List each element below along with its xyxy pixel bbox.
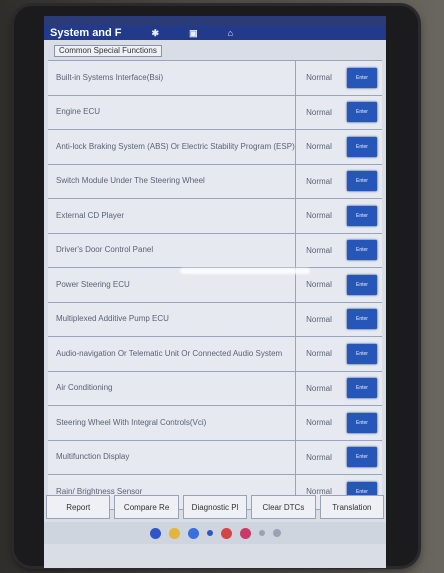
system-name: Air Conditioning	[56, 383, 113, 393]
enter-button[interactable]: Enter	[347, 343, 377, 364]
system-row[interactable]: Audio-navigation Or Telematic Unit Or Co…	[48, 337, 382, 372]
system-name: Built-in Systems Interface(Bsi)	[56, 72, 164, 82]
enter-button-cell: Enter	[342, 96, 382, 130]
enter-button-cell: Enter	[342, 130, 382, 164]
nav-home-icon[interactable]	[272, 529, 281, 537]
bottom-toolbar: Report Compare Re Diagnostic Pl Clear DT…	[44, 494, 386, 520]
enter-button[interactable]: Enter	[347, 102, 377, 123]
enter-button[interactable]: Enter	[347, 205, 377, 226]
system-name: Switch Module Under The Steering Wheel	[56, 176, 205, 186]
enter-button[interactable]: Enter	[347, 240, 377, 261]
system-status: Normal	[295, 406, 342, 440]
nav-recents-icon[interactable]	[258, 530, 265, 536]
enter-button-cell: Enter	[342, 441, 382, 475]
tablet-screen: System and F ✱ ▣ ⌂ Common Special Functi…	[44, 16, 386, 568]
system-status: Normal	[295, 440, 342, 474]
enter-button[interactable]: Enter	[347, 136, 377, 157]
system-status: Normal	[295, 199, 342, 233]
system-row[interactable]: Anti-lock Braking System (ABS) Or Electr…	[48, 130, 382, 165]
android-taskbar	[44, 522, 386, 544]
system-name: Anti-lock Braking System (ABS) Or Electr…	[56, 141, 295, 151]
app-icon[interactable]	[149, 527, 161, 539]
system-row[interactable]: Switch Module Under The Steering Wheel N…	[48, 164, 382, 199]
enter-button-cell: Enter	[342, 199, 382, 233]
system-name: Multifunction Display	[56, 452, 130, 462]
enter-button-cell: Enter	[342, 165, 382, 199]
system-status: Normal	[295, 61, 342, 95]
translation-button[interactable]: Translation	[319, 495, 385, 519]
app-icon[interactable]	[220, 527, 232, 539]
compare-report-button[interactable]: Compare Re	[114, 495, 179, 519]
enter-button-cell: Enter	[342, 372, 382, 406]
enter-button[interactable]: Enter	[347, 67, 377, 88]
system-row[interactable]: External CD Player Normal Enter	[48, 199, 382, 234]
system-name: Driver's Door Control Panel	[56, 245, 154, 255]
section-tab[interactable]: Common Special Functions	[54, 45, 162, 57]
app-icon[interactable]	[187, 527, 199, 539]
enter-button[interactable]: Enter	[347, 274, 377, 295]
enter-button[interactable]: Enter	[347, 447, 377, 468]
report-button[interactable]: Report	[46, 495, 111, 519]
system-status: Normal	[295, 130, 342, 164]
system-name: Engine ECU	[56, 107, 101, 117]
enter-button[interactable]: Enter	[347, 378, 377, 399]
system-row[interactable]: Driver's Door Control Panel Normal Enter	[48, 233, 382, 268]
enter-button[interactable]: Enter	[347, 171, 377, 192]
enter-button[interactable]: Enter	[347, 309, 377, 330]
status-bar	[44, 16, 386, 26]
enter-button-cell: Enter	[342, 337, 382, 371]
app-titlebar: System and F ✱ ▣ ⌂	[44, 26, 386, 40]
system-name: Audio-navigation Or Telematic Unit Or Co…	[56, 348, 283, 358]
enter-button-cell: Enter	[342, 406, 382, 440]
system-row[interactable]: Steering Wheel With Integral Controls(Vc…	[48, 406, 382, 441]
system-row[interactable]: Air Conditioning Normal Enter	[48, 371, 382, 406]
screen-glare	[180, 268, 310, 274]
bluetooth-icon[interactable]: ✱	[152, 26, 160, 40]
vci-icon[interactable]: ▣	[189, 26, 198, 40]
system-status: Normal	[295, 337, 342, 371]
system-status: Normal	[295, 302, 342, 336]
system-status: Normal	[295, 95, 342, 129]
diagnostic-plan-button[interactable]: Diagnostic Pl	[182, 495, 248, 519]
system-status: Normal	[295, 164, 342, 198]
app-icon[interactable]	[206, 530, 213, 536]
app-icon[interactable]	[239, 527, 251, 539]
enter-button-cell: Enter	[342, 303, 382, 337]
enter-button-cell: Enter	[342, 268, 382, 302]
clear-dtcs-button[interactable]: Clear DTCs	[251, 495, 316, 519]
page-title: System and F	[50, 27, 122, 39]
system-status: Normal	[295, 233, 342, 267]
system-list: Built-in Systems Interface(Bsi) Normal E…	[48, 60, 382, 510]
enter-button-cell: Enter	[342, 234, 382, 268]
system-status: Normal	[295, 371, 342, 405]
system-name: Multiplexed Additive Pump ECU	[56, 314, 169, 324]
system-row[interactable]: Multifunction Display Normal Enter	[48, 440, 382, 475]
app-icon[interactable]	[168, 527, 180, 539]
system-name: Steering Wheel With Integral Controls(Vc…	[56, 417, 207, 427]
enter-button[interactable]: Enter	[347, 412, 377, 433]
system-row[interactable]: Multiplexed Additive Pump ECU Normal Ent…	[48, 302, 382, 337]
system-row[interactable]: Engine ECU Normal Enter	[48, 95, 382, 130]
system-name: External CD Player	[56, 210, 125, 220]
system-row[interactable]: Built-in Systems Interface(Bsi) Normal E…	[48, 61, 382, 96]
enter-button-cell: Enter	[342, 61, 382, 95]
home-icon[interactable]: ⌂	[228, 26, 233, 40]
